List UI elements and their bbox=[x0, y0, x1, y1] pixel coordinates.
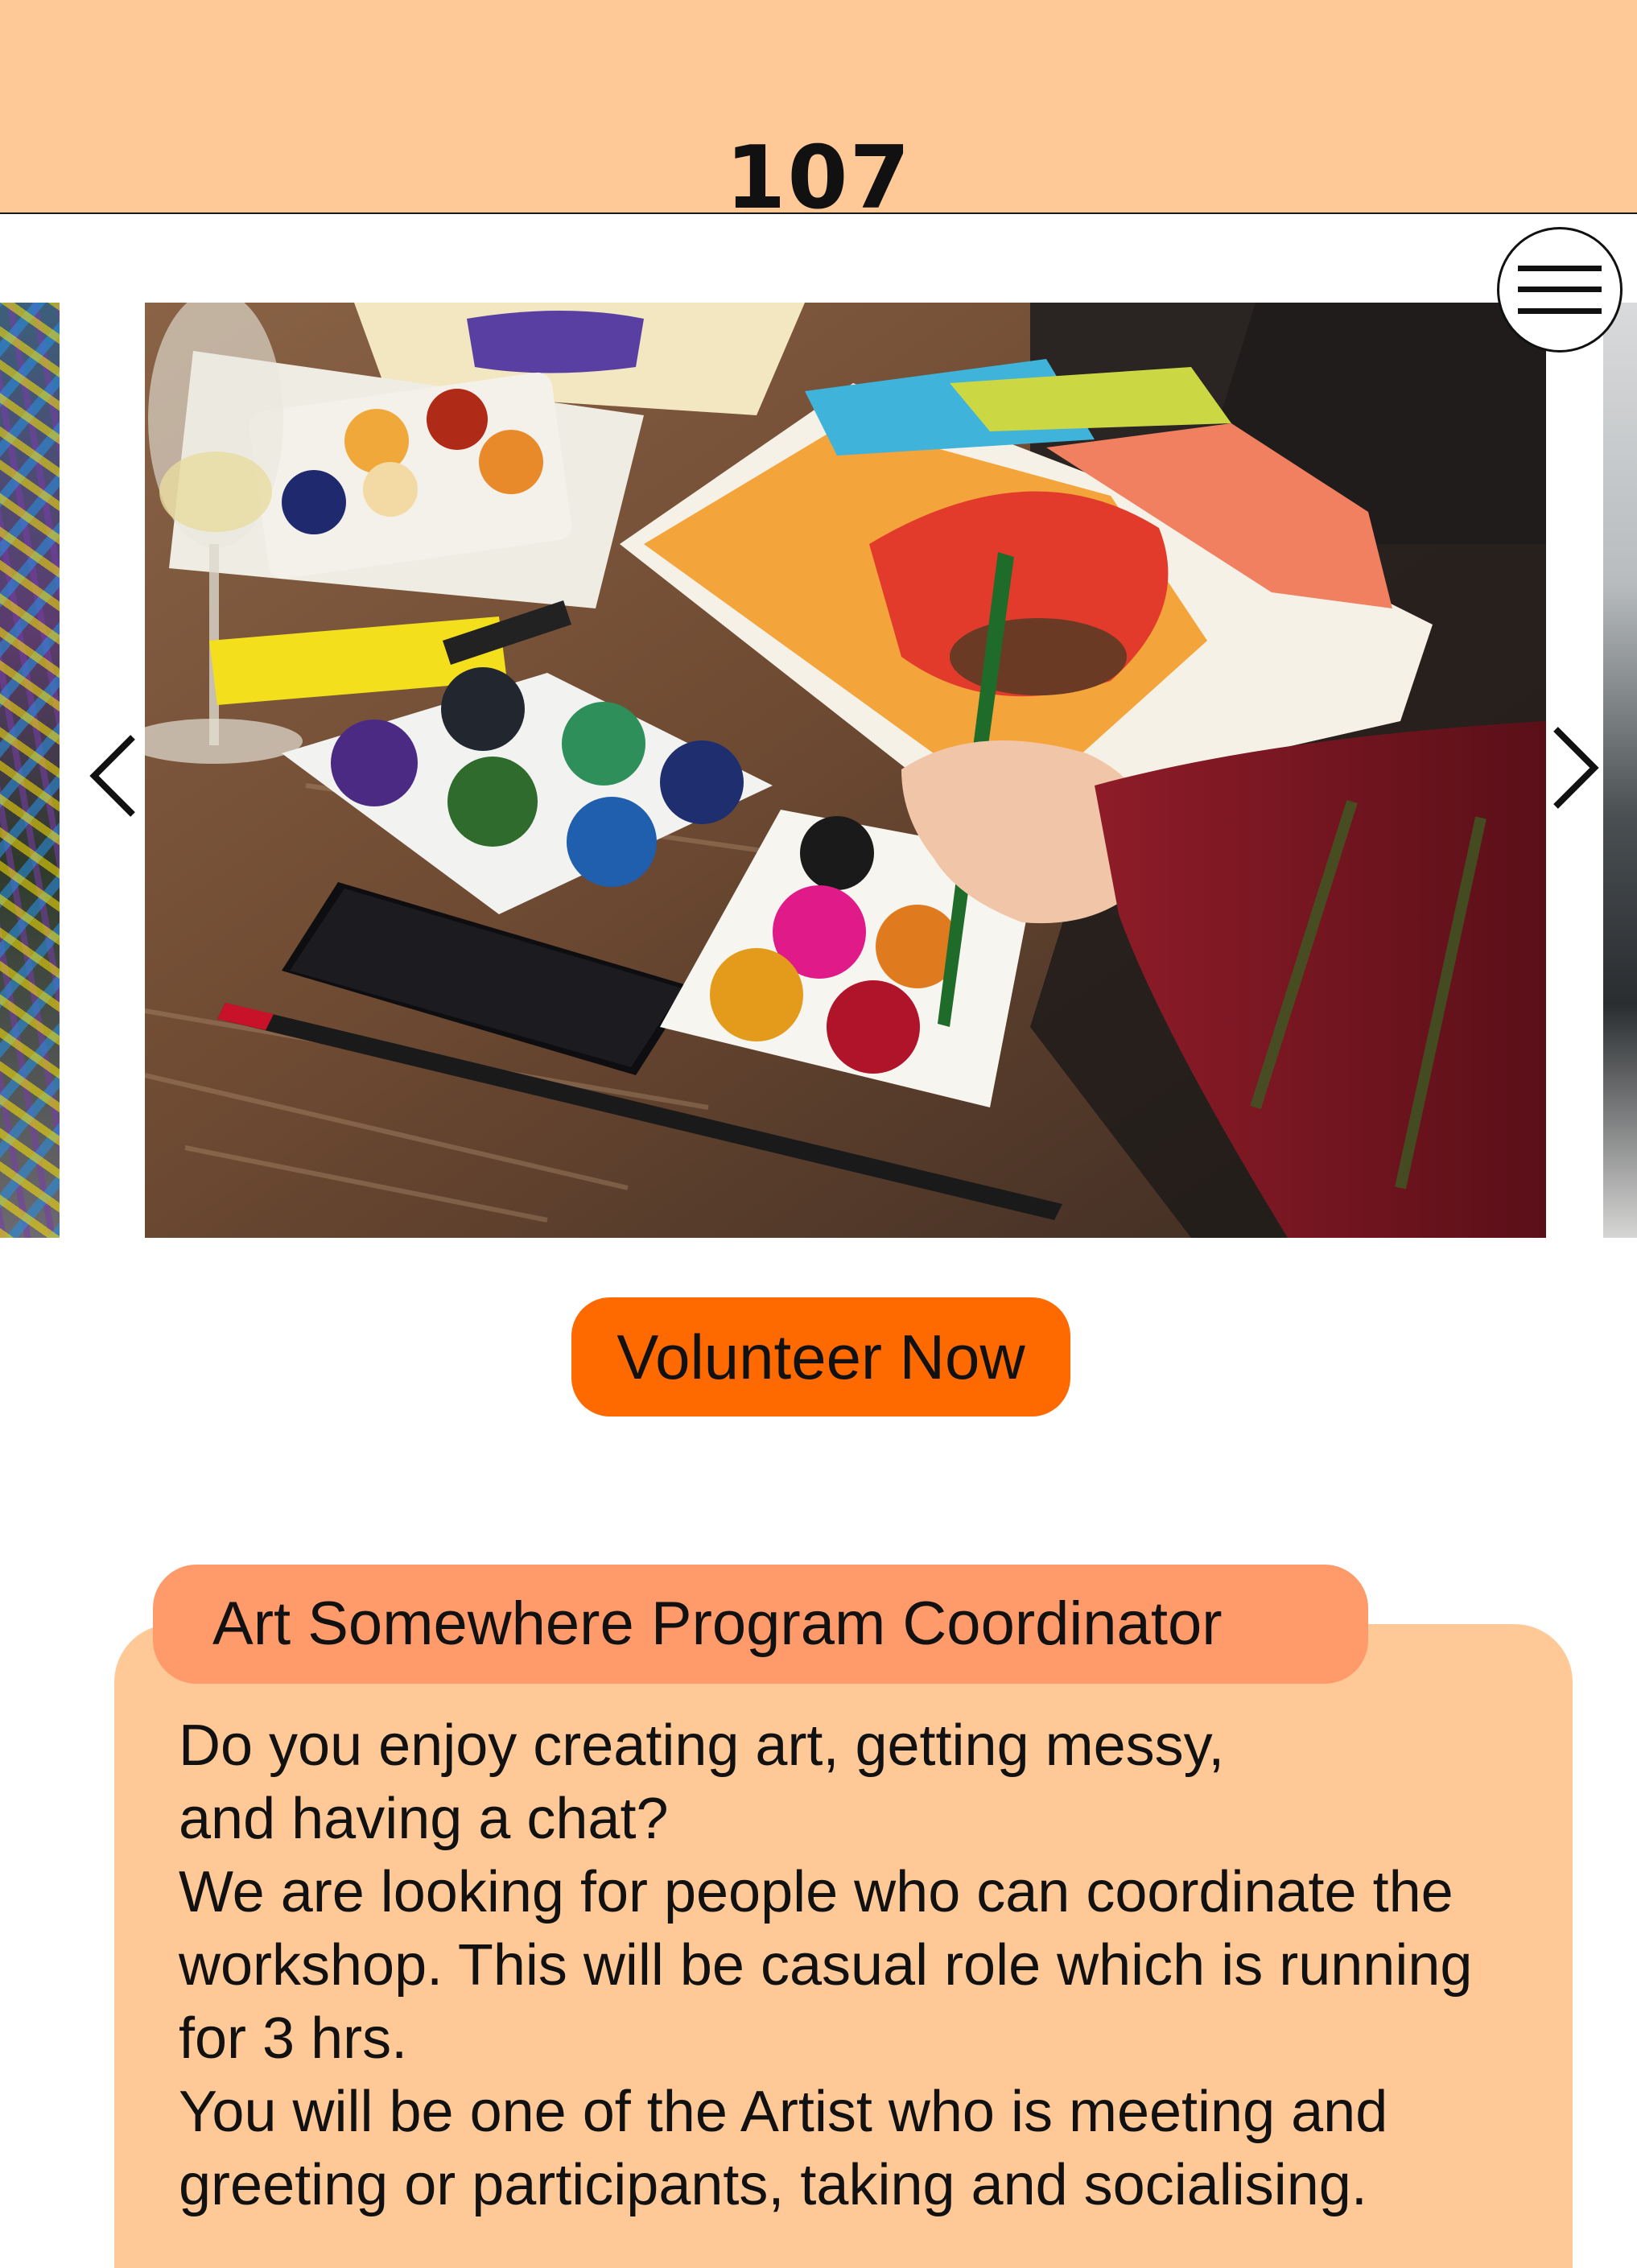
image-carousel bbox=[0, 212, 1637, 1251]
chevron-right-icon bbox=[1553, 727, 1599, 809]
volunteer-now-button[interactable]: Volunteer Now bbox=[571, 1297, 1070, 1416]
role-description: Do you enjoy creating art, getting messy… bbox=[179, 1709, 1595, 2222]
role-description-line: You will be one of the Artist who is mee… bbox=[179, 2080, 1388, 2144]
role-description-line: greeting or participants, taking and soc… bbox=[179, 2153, 1367, 2217]
site-logo[interactable]: 107 bbox=[0, 135, 1637, 213]
site-header: 107 bbox=[0, 0, 1637, 214]
role-title: Art Somewhere Program Coordinator bbox=[153, 1565, 1368, 1684]
role-description-line: workshop. This will be casual role which… bbox=[179, 1933, 1473, 1998]
hamburger-menu-icon bbox=[1518, 266, 1602, 314]
chevron-left-icon bbox=[89, 735, 135, 817]
role-description-line: and having a chat? bbox=[179, 1787, 669, 1851]
carousel-main-image bbox=[145, 303, 1546, 1238]
role-description-line: Do you enjoy creating art, getting messy… bbox=[179, 1713, 1225, 1778]
carousel-prev-button[interactable] bbox=[77, 720, 150, 832]
role-description-line: for 3 hrs. bbox=[179, 2006, 408, 2071]
carousel-prev-slide-preview[interactable] bbox=[0, 303, 60, 1238]
menu-button[interactable] bbox=[1497, 227, 1623, 353]
carousel-next-button[interactable] bbox=[1539, 711, 1611, 824]
role-description-line: We are looking for people who can coordi… bbox=[179, 1860, 1454, 1924]
